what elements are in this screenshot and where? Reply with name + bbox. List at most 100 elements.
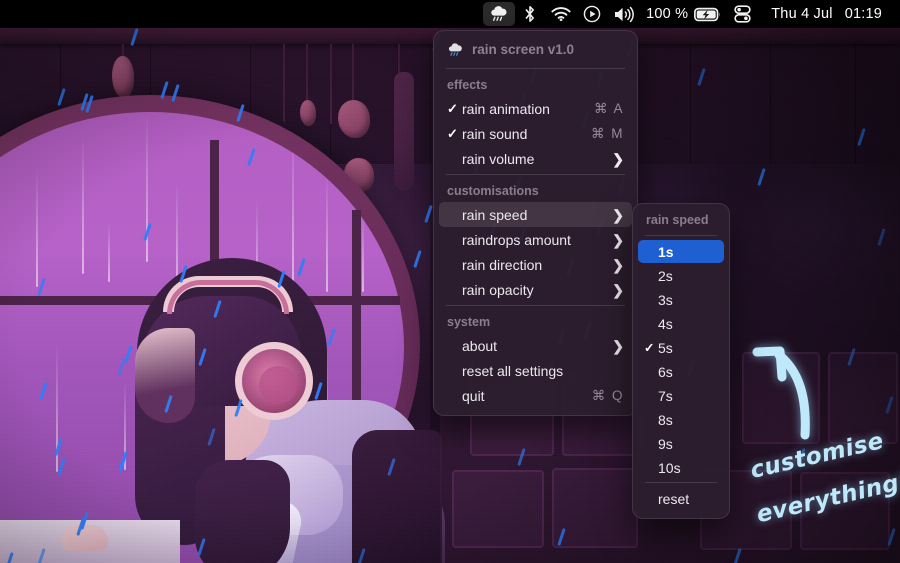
submenu-options: 1s 2s 3s 4s ✓ 5s 6s 7s 8s 9s 10s [633, 240, 729, 479]
submenu-option-5s[interactable]: ✓ 5s [638, 336, 724, 359]
submenu-option-2s[interactable]: 2s [638, 264, 724, 287]
menu-item-about[interactable]: about ❯ [439, 333, 632, 358]
chevron-right-icon: ❯ [612, 152, 624, 166]
wallpaper-hanging-string [283, 44, 285, 122]
menu-item-label: reset all settings [462, 363, 624, 379]
submenu-option-8s[interactable]: 8s [638, 408, 724, 431]
wallpaper-plank [430, 44, 431, 164]
submenu-option-label: 2s [658, 268, 673, 284]
battery-status[interactable]: 100 % [640, 2, 727, 26]
bluetooth-icon-button[interactable] [515, 2, 545, 26]
character-hand [62, 525, 108, 551]
submenu-option-4s[interactable]: 4s [638, 312, 724, 335]
wallpaper-plank [855, 44, 856, 164]
menu-divider [446, 305, 625, 306]
rain-screen-status-icon[interactable] [483, 2, 515, 26]
battery-charging-icon [694, 7, 721, 22]
wallpaper-hanging-pad [394, 72, 414, 190]
submenu-option-1s[interactable]: 1s [638, 240, 724, 263]
chevron-right-icon: ❯ [612, 283, 624, 297]
submenu-option-label: 10s [658, 460, 681, 476]
menu-item-raindrops-amount[interactable]: raindrops amount ❯ [439, 227, 632, 252]
rain-speed-submenu: rain speed 1s 2s 3s 4s ✓ 5s 6s 7s 8s 9s 10s reset [632, 203, 730, 519]
checkmark-icon: ✓ [447, 101, 462, 117]
now-playing-icon-button[interactable] [577, 2, 607, 26]
control-center-icon [734, 5, 751, 23]
menu-title: rain screen v1.0 [472, 42, 574, 57]
menu-item-rain-sound[interactable]: ✓ rain sound ⌘ M [439, 121, 632, 146]
submenu-divider-bottom [645, 482, 717, 483]
wallpaper-crate [552, 468, 638, 548]
control-center-button[interactable] [727, 2, 757, 26]
volume-icon-button[interactable] [607, 2, 640, 26]
submenu-option-7s[interactable]: 7s [638, 384, 724, 407]
menu-item-quit[interactable]: quit ⌘ Q [439, 383, 632, 408]
wallpaper-hanging-object [338, 100, 370, 138]
submenu-divider-top [645, 235, 717, 236]
submenu-reset-option[interactable]: reset [638, 487, 724, 510]
submenu-option-6s[interactable]: 6s [638, 360, 724, 383]
date-label: Thu 4 Jul [771, 6, 832, 22]
submenu-reset-label: reset [658, 491, 689, 507]
menu-item-label: rain volume [462, 151, 612, 167]
menu-item-label: rain opacity [462, 282, 612, 298]
rain-screen-menu: rain screen v1.0 effects ✓ rain animation ⌘… [433, 30, 638, 416]
menu-item-rain-opacity[interactable]: rain opacity ❯ [439, 277, 632, 302]
menu-divider [446, 68, 625, 69]
menu-sections: effects ✓ rain animation ⌘ A ✓ rain sound ⌘ M r… [434, 73, 637, 408]
menu-section-label: system [434, 310, 637, 333]
cloud-rain-icon [447, 43, 464, 57]
submenu-option-label: 6s [658, 364, 673, 380]
wallpaper-plank [690, 44, 691, 164]
chevron-right-icon: ❯ [612, 233, 624, 247]
menu-item-rain-speed[interactable]: rain speed ❯ [439, 202, 632, 227]
wifi-icon [551, 6, 571, 22]
character-hair-tail [195, 460, 290, 563]
checkmark-icon: ✓ [447, 126, 462, 142]
menu-item-rain-direction[interactable]: rain direction ❯ [439, 252, 632, 277]
menu-item-shortcut: ⌘ A [594, 101, 624, 117]
menu-item-rain-volume[interactable]: rain volume ❯ [439, 146, 632, 171]
wallpaper-chair [352, 430, 442, 563]
wallpaper-rain-streak [82, 134, 84, 274]
menu-item-rain-animation[interactable]: ✓ rain animation ⌘ A [439, 96, 632, 121]
cloud-rain-icon [489, 6, 509, 22]
annotation-overlay: customise everything! [735, 325, 900, 560]
submenu-option-10s[interactable]: 10s [638, 456, 724, 479]
submenu-option-9s[interactable]: 9s [638, 432, 724, 455]
submenu-option-label: 5s [658, 340, 673, 356]
battery-percent-label: 100 % [646, 6, 688, 22]
wallpaper-hanging-string [330, 44, 332, 124]
wallpaper-hanging-string [352, 44, 354, 108]
submenu-option-label: 8s [658, 412, 673, 428]
menu-header: rain screen v1.0 [434, 37, 637, 65]
wallpaper-plank [770, 44, 771, 164]
wallpaper-crate [452, 470, 544, 548]
clock[interactable]: Thu 4 Jul 01:19 [757, 2, 888, 26]
submenu-option-3s[interactable]: 3s [638, 288, 724, 311]
time-label: 01:19 [845, 6, 882, 22]
menu-bar: 100 % Thu 4 Jul 01:19 [0, 0, 900, 28]
bluetooth-icon [524, 5, 536, 23]
menu-divider [446, 174, 625, 175]
submenu-option-label: 7s [658, 388, 673, 404]
checkmark-icon: ✓ [644, 340, 658, 355]
wallpaper-hanging-object [300, 100, 316, 126]
menu-item-label: about [462, 338, 612, 354]
submenu-option-label: 3s [658, 292, 673, 308]
submenu-option-label: 9s [658, 436, 673, 452]
menu-item-shortcut: ⌘ Q [592, 388, 624, 404]
menu-item-label: rain speed [462, 207, 612, 223]
wallpaper-hanging-object [112, 56, 134, 98]
play-circle-icon [583, 5, 601, 23]
wallpaper-character [95, 250, 395, 563]
character-headphone-earcup [235, 342, 313, 420]
character-headphone-band-inner [167, 280, 289, 314]
menu-item-shortcut: ⌘ M [591, 126, 624, 142]
wifi-icon-button[interactable] [545, 2, 577, 26]
submenu-title: rain speed [633, 210, 729, 232]
screen: customise everything! 100 % Thu 4 Jul 01… [0, 0, 900, 563]
submenu-option-label: 1s [658, 244, 674, 260]
menu-item-reset-all-settings[interactable]: reset all settings [439, 358, 632, 383]
menu-item-label: quit [462, 388, 592, 404]
